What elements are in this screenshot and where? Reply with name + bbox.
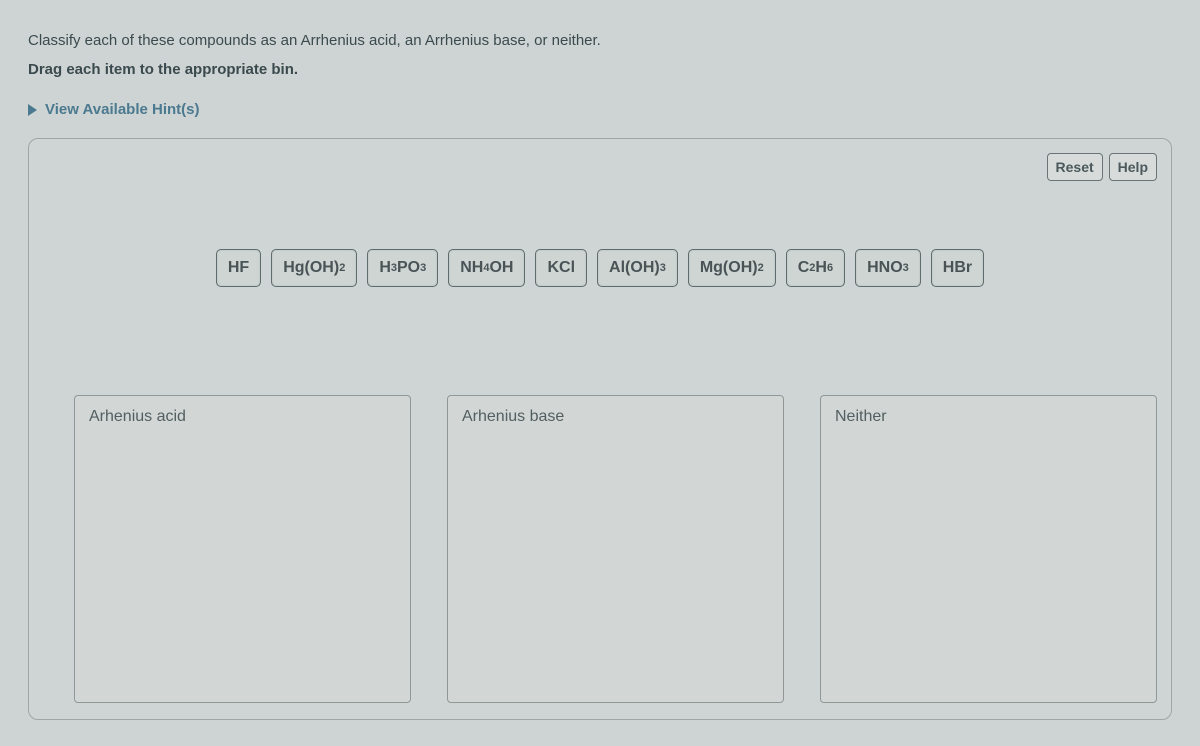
tile-hbr[interactable]: HBr	[931, 249, 984, 287]
bin-arrhenius-base[interactable]: Arhenius base	[447, 395, 784, 703]
tile-aloh3[interactable]: Al(OH)3	[597, 249, 678, 287]
view-hints-toggle[interactable]: View Available Hint(s)	[28, 101, 200, 118]
tile-nh4oh[interactable]: NH4OH	[448, 249, 525, 287]
bin-label-base: Arhenius base	[462, 408, 769, 426]
instructions: Classify each of these compounds as an A…	[28, 30, 1172, 81]
hints-label: View Available Hint(s)	[45, 101, 200, 118]
tile-c2h6[interactable]: C2H6	[786, 249, 845, 287]
bin-arrhenius-acid[interactable]: Arhenius acid	[74, 395, 411, 703]
tile-hno3[interactable]: HNO3	[855, 249, 921, 287]
tiles-row: HF Hg(OH)2 H3PO3 NH4OH KCl Al(OH)3 Mg(OH…	[29, 249, 1171, 287]
bins-row: Arhenius acid Arhenius base Neither	[74, 395, 1157, 703]
tile-h3po3[interactable]: H3PO3	[367, 249, 438, 287]
workspace-panel: Reset Help HF Hg(OH)2 H3PO3 NH4OH KCl Al…	[28, 138, 1172, 720]
instruction-line-1: Classify each of these compounds as an A…	[28, 30, 1172, 53]
bin-label-acid: Arhenius acid	[89, 408, 396, 426]
bin-neither[interactable]: Neither	[820, 395, 1157, 703]
bin-label-neither: Neither	[835, 408, 1142, 426]
instruction-line-2: Drag each item to the appropriate bin.	[28, 59, 1172, 82]
tile-mgoh2[interactable]: Mg(OH)2	[688, 249, 776, 287]
tile-hgoh2[interactable]: Hg(OH)2	[271, 249, 357, 287]
tile-kcl[interactable]: KCl	[535, 249, 587, 287]
tile-hf[interactable]: HF	[216, 249, 261, 287]
triangle-right-icon	[28, 104, 37, 116]
action-buttons: Reset Help	[1047, 153, 1157, 181]
help-button[interactable]: Help	[1109, 153, 1157, 181]
reset-button[interactable]: Reset	[1047, 153, 1103, 181]
